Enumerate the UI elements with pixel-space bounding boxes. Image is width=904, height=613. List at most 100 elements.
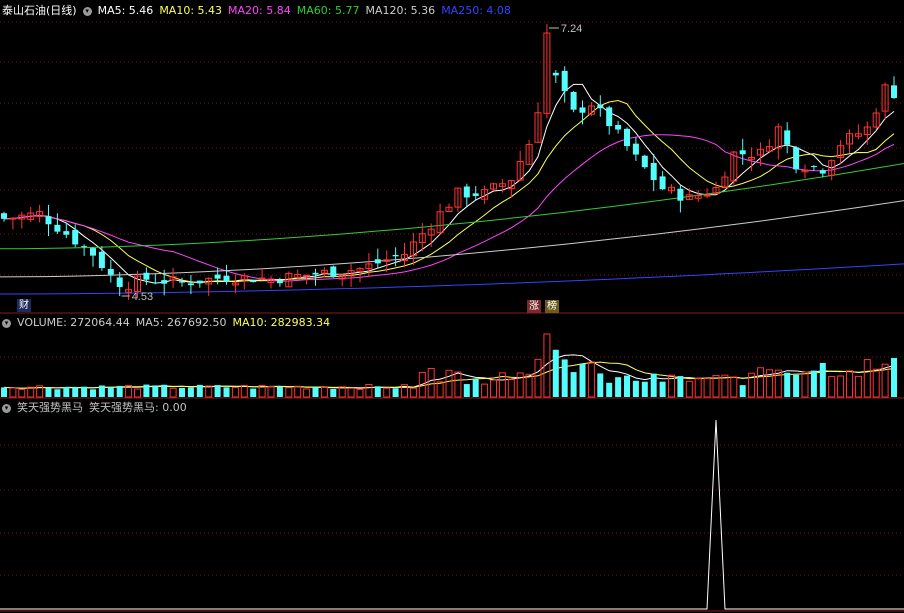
candle-body xyxy=(196,280,203,284)
volume-bar xyxy=(223,387,230,397)
volume-bar xyxy=(27,386,35,398)
indicator-value: MA10: 5.43 xyxy=(159,4,223,17)
volume-bar xyxy=(641,381,648,397)
volume-bar xyxy=(231,387,239,398)
volume-bar xyxy=(72,387,79,397)
volume-bar xyxy=(454,371,462,398)
volume-bar xyxy=(481,383,489,398)
ma120-line xyxy=(0,200,904,278)
tag-limit-up[interactable]: 涨 xyxy=(527,300,541,313)
volume-indicator-list: VOLUME: 272064.44 MA5: 267692.50 MA10: 282… xyxy=(17,316,336,329)
indicator-value: MA5: 5.46 xyxy=(97,4,154,17)
volume-bar xyxy=(793,374,800,397)
volume-bar xyxy=(285,387,293,398)
candle-body xyxy=(143,272,150,280)
volume-bar xyxy=(250,388,257,397)
volume-bar xyxy=(801,371,809,398)
candle-body xyxy=(579,107,586,113)
volume-bar xyxy=(561,359,568,397)
candle-body xyxy=(659,176,666,190)
candle-body xyxy=(303,274,311,277)
candle-body xyxy=(703,194,711,197)
volume-bar xyxy=(677,376,684,397)
dropdown-arrow-icon[interactable]: ▾ xyxy=(2,318,11,328)
volume-bar xyxy=(240,384,248,398)
volume-bar xyxy=(694,378,702,398)
candle-body xyxy=(90,248,96,256)
volume-bar xyxy=(365,384,373,398)
volume-bar xyxy=(1,387,7,397)
volume-bar xyxy=(597,373,604,397)
volume-bar xyxy=(863,359,871,398)
candle-body xyxy=(677,188,684,201)
volume-bar xyxy=(632,380,639,397)
volume-bar xyxy=(392,388,399,397)
candle-body xyxy=(793,147,800,170)
candle-body xyxy=(223,275,230,282)
dropdown-arrow-icon[interactable]: ▾ xyxy=(2,403,11,413)
candle-body xyxy=(330,266,337,278)
candle-body xyxy=(161,280,168,284)
volume-bar xyxy=(624,375,630,397)
volume-bar xyxy=(490,379,497,398)
candle-body xyxy=(54,224,61,232)
volume-bar xyxy=(347,387,355,398)
volume-bar xyxy=(152,385,159,397)
tag-ranking[interactable]: 榜 xyxy=(545,300,559,313)
indicator-value: MA5: 267692.50 xyxy=(135,316,227,329)
dropdown-arrow-icon[interactable]: ▾ xyxy=(82,6,92,16)
volume-bar xyxy=(685,380,693,398)
volume-bar xyxy=(837,375,845,398)
stock-chart[interactable]: 7.24 4.53 xyxy=(0,0,904,613)
candle-body xyxy=(276,280,283,284)
indicator-value: MA20: 5.84 xyxy=(228,4,291,17)
candle-body xyxy=(597,104,604,109)
volume-bar xyxy=(739,385,746,397)
candle-body xyxy=(45,216,52,225)
volume-bar xyxy=(312,387,319,397)
volume-bar xyxy=(819,362,826,397)
volume-bar xyxy=(330,388,337,397)
volume-bar xyxy=(828,376,836,398)
volume-bar xyxy=(161,384,168,397)
ma60-line xyxy=(0,163,904,250)
tag-finance[interactable]: 财 xyxy=(17,299,31,312)
indicator-value: MA60: 5.77 xyxy=(296,4,360,17)
indicator-title[interactable]: 笑天强势黑马 xyxy=(17,401,83,414)
indicator-line xyxy=(0,419,904,610)
volume-bar xyxy=(98,385,105,397)
moving-average-lines xyxy=(0,83,904,295)
candle-body xyxy=(552,72,559,76)
indicator-value: MA10: 282983.34 xyxy=(232,316,331,329)
candle-body xyxy=(570,91,577,110)
stock-title[interactable]: 泰山石油(日线) xyxy=(2,4,77,17)
volume-bar xyxy=(81,386,88,397)
volume-bar xyxy=(276,386,283,397)
volume-bar xyxy=(445,369,453,398)
candle-body xyxy=(9,217,17,220)
volume-bar xyxy=(730,376,738,398)
low-price-label: 4.53 xyxy=(132,291,153,303)
volume-bar xyxy=(525,373,533,398)
volume-bar xyxy=(570,372,577,397)
volume-bar xyxy=(427,368,435,398)
candle-body xyxy=(641,155,648,168)
volume-bar xyxy=(179,387,185,397)
candle-body xyxy=(392,254,399,257)
indicator-value: MA120: 5.36 xyxy=(365,4,436,17)
volume-bar xyxy=(374,386,381,397)
volume-bar xyxy=(615,377,622,397)
volume-bar xyxy=(134,388,141,398)
candle-body xyxy=(179,281,185,283)
candle-body xyxy=(606,107,613,127)
volume-ma5-line xyxy=(3,354,895,389)
candle-body xyxy=(258,277,266,280)
volume-bar xyxy=(63,386,70,397)
candle-body xyxy=(312,272,319,275)
candle-body xyxy=(152,282,159,284)
volume-bar xyxy=(784,372,791,397)
candle-body xyxy=(784,130,791,145)
high-price-label: 7.24 xyxy=(561,23,582,35)
candle-body xyxy=(98,251,105,269)
candle-body xyxy=(615,124,622,130)
